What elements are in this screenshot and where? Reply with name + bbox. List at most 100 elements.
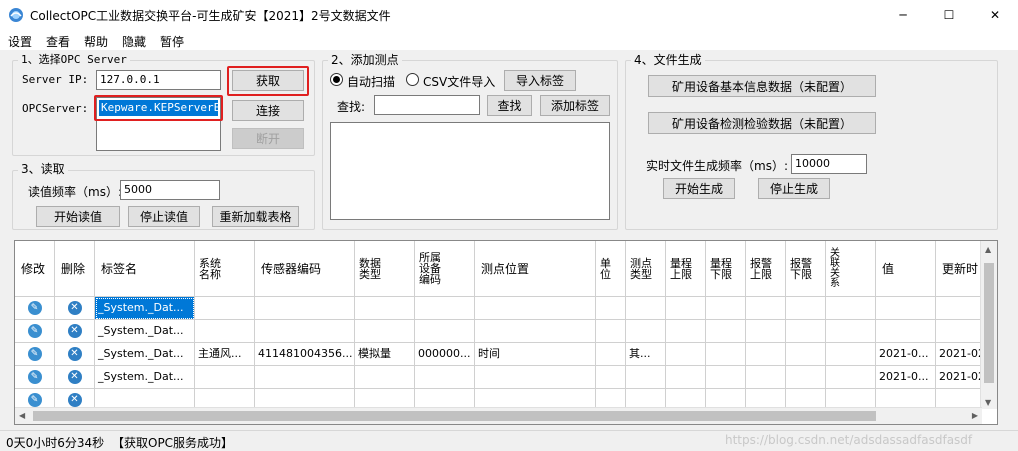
header-relation[interactable]: 关 联 关 系 <box>826 241 876 297</box>
pencil-icon[interactable]: ✎ <box>27 301 42 315</box>
cell-sensor-code[interactable]: 411481004356... <box>255 343 355 366</box>
header-alarm-upper[interactable]: 报警 上限 <box>746 241 786 297</box>
cell-unit[interactable] <box>596 366 626 389</box>
stop-generate-button[interactable]: 停止生成 <box>758 178 830 199</box>
cell-owning-device[interactable]: 000000... <box>415 343 475 366</box>
cell-point-type[interactable] <box>626 297 666 320</box>
header-delete[interactable]: 删除 <box>55 241 95 297</box>
cell-system-name[interactable] <box>195 297 255 320</box>
header-unit[interactable]: 单 位 <box>596 241 626 297</box>
stop-read-button[interactable]: 停止读值 <box>128 206 200 227</box>
start-generate-button[interactable]: 开始生成 <box>663 178 735 199</box>
add-tag-button[interactable]: 添加标签 <box>540 95 610 116</box>
cell-range-upper[interactable] <box>666 343 706 366</box>
edit-row-button[interactable]: ✎ <box>15 297 55 320</box>
header-value[interactable]: 值 <box>876 241 936 297</box>
menu-hide[interactable]: 隐藏 <box>122 33 146 50</box>
cell-relation[interactable] <box>826 297 876 320</box>
cell-data-type[interactable] <box>355 297 415 320</box>
search-button[interactable]: 查找 <box>487 95 532 116</box>
cell-system-name[interactable] <box>195 366 255 389</box>
cell-alarm-lower[interactable] <box>786 320 826 343</box>
header-data-type[interactable]: 数据 类型 <box>355 241 415 297</box>
cell-alarm-lower[interactable] <box>786 297 826 320</box>
cell-point-location[interactable] <box>475 320 596 343</box>
cell-system-name[interactable] <box>195 320 255 343</box>
pencil-icon[interactable]: ✎ <box>27 393 42 407</box>
cell-value[interactable] <box>876 320 936 343</box>
edit-row-button[interactable]: ✎ <box>15 343 55 366</box>
cell-range-upper[interactable] <box>666 320 706 343</box>
realtime-freq-input[interactable]: 10000 <box>791 154 867 174</box>
header-range-upper[interactable]: 量程 上限 <box>666 241 706 297</box>
cell-update-time[interactable]: 2021-02 <box>936 366 982 389</box>
menu-help[interactable]: 帮助 <box>84 33 108 50</box>
cell-range-upper[interactable] <box>666 297 706 320</box>
menu-settings[interactable]: 设置 <box>8 33 32 50</box>
disconnect-button[interactable]: 断开 <box>232 128 304 149</box>
delete-icon[interactable]: ✕ <box>67 324 82 338</box>
cell-range-lower[interactable] <box>706 297 746 320</box>
cell-update-time[interactable] <box>936 320 982 343</box>
server-ip-input[interactable]: 127.0.0.1 <box>96 70 221 90</box>
delete-icon[interactable]: ✕ <box>67 370 82 384</box>
cell-point-type[interactable]: 其... <box>626 343 666 366</box>
pencil-icon[interactable]: ✎ <box>27 370 42 384</box>
inspection-data-button[interactable]: 矿用设备检测检验数据（未配置） <box>648 112 876 134</box>
reload-table-button[interactable]: 重新加载表格 <box>212 206 299 227</box>
cell-owning-device[interactable] <box>415 366 475 389</box>
cell-tag-name[interactable]: _System._Dat... <box>95 366 195 389</box>
cell-relation[interactable] <box>826 320 876 343</box>
minimize-button[interactable]: ─ <box>880 0 926 30</box>
cell-tag-name[interactable]: _System._Dat... <box>95 343 195 366</box>
cell-alarm-lower[interactable] <box>786 343 826 366</box>
cell-relation[interactable] <box>826 343 876 366</box>
cell-unit[interactable] <box>596 343 626 366</box>
delete-row-button[interactable]: ✕ <box>55 343 95 366</box>
cell-tag-name[interactable]: _System._Dat... <box>95 297 195 320</box>
cell-range-lower[interactable] <box>706 366 746 389</box>
csv-import-radio[interactable] <box>406 73 419 86</box>
header-alarm-lower[interactable]: 报警 下限 <box>786 241 826 297</box>
maximize-button[interactable]: ☐ <box>926 0 972 30</box>
scroll-up-icon[interactable]: ▲ <box>985 245 991 254</box>
cell-alarm-upper[interactable] <box>746 366 786 389</box>
cell-value[interactable] <box>876 297 936 320</box>
cell-unit[interactable] <box>596 320 626 343</box>
header-owning-device[interactable]: 所属 设备 编码 <box>415 241 475 297</box>
header-point-type[interactable]: 测点 类型 <box>626 241 666 297</box>
cell-tag-name[interactable]: _System._Dat... <box>95 320 195 343</box>
cell-alarm-upper[interactable] <box>746 297 786 320</box>
header-edit[interactable]: 修改 <box>15 241 55 297</box>
cell-data-type[interactable]: 模拟量 <box>355 343 415 366</box>
header-tag-name[interactable]: 标签名 <box>95 241 195 297</box>
header-range-lower[interactable]: 量程 下限 <box>706 241 746 297</box>
start-read-button[interactable]: 开始读值 <box>36 206 120 227</box>
cell-sensor-code[interactable] <box>255 297 355 320</box>
cell-unit[interactable] <box>596 297 626 320</box>
cell-relation[interactable] <box>826 366 876 389</box>
cell-range-lower[interactable] <box>706 343 746 366</box>
header-update-time[interactable]: 更新时 <box>936 241 982 297</box>
scroll-left-icon[interactable]: ◀ <box>19 411 25 420</box>
cell-value[interactable]: 2021-0... <box>876 366 936 389</box>
cell-update-time[interactable]: 2021-02 <box>936 343 982 366</box>
cell-alarm-lower[interactable] <box>786 366 826 389</box>
cell-point-location[interactable]: 时间 <box>475 343 596 366</box>
pencil-icon[interactable]: ✎ <box>27 324 42 338</box>
cell-system-name[interactable]: 主通风... <box>195 343 255 366</box>
header-point-location[interactable]: 测点位置 <box>475 241 596 297</box>
cell-point-location[interactable] <box>475 366 596 389</box>
search-input[interactable] <box>374 95 480 115</box>
pencil-icon[interactable]: ✎ <box>27 347 42 361</box>
basic-info-button[interactable]: 矿用设备基本信息数据（未配置） <box>648 75 876 97</box>
cell-data-type[interactable] <box>355 320 415 343</box>
cell-alarm-upper[interactable] <box>746 343 786 366</box>
connect-button[interactable]: 连接 <box>232 100 304 121</box>
delete-icon[interactable]: ✕ <box>67 301 82 315</box>
cell-sensor-code[interactable] <box>255 366 355 389</box>
auto-scan-radio[interactable] <box>330 73 343 86</box>
edit-row-button[interactable]: ✎ <box>15 320 55 343</box>
menu-view[interactable]: 查看 <box>46 33 70 50</box>
delete-row-button[interactable]: ✕ <box>55 366 95 389</box>
